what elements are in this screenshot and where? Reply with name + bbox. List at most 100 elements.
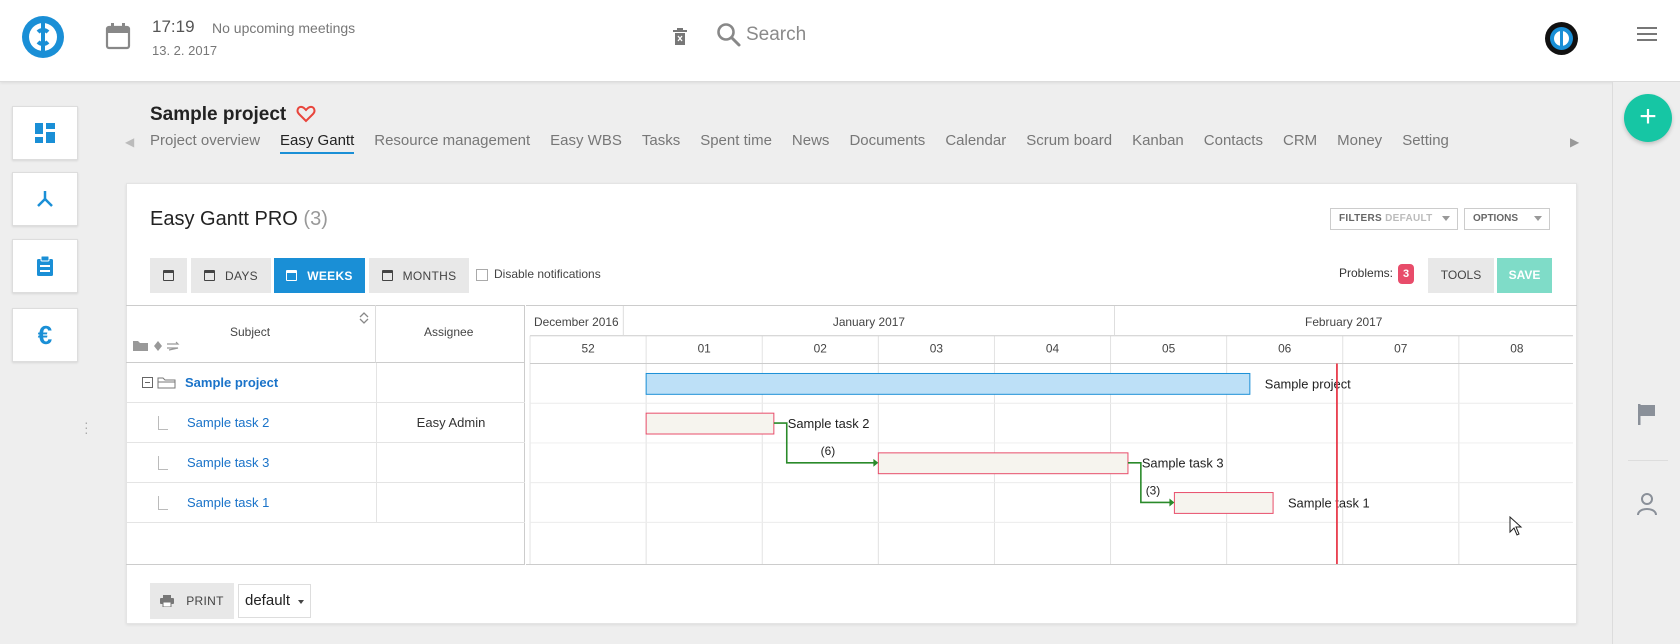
disable-notifications-label[interactable]: Disable notifications	[494, 267, 601, 281]
save-button[interactable]: SAVE	[1497, 258, 1552, 293]
tree-branch-icon	[158, 456, 168, 470]
app-logo[interactable]	[22, 16, 64, 58]
print-label: PRINT	[186, 594, 224, 608]
row-assignee[interactable]: Easy Admin	[376, 403, 525, 443]
trash-icon[interactable]	[672, 28, 688, 46]
tab-scrum-board[interactable]: Scrum board	[1026, 132, 1112, 152]
project-title[interactable]: Sample project	[150, 104, 286, 126]
tree-branch-icon	[158, 416, 168, 430]
relation-delay: (6)	[821, 444, 836, 458]
subject-column-header[interactable]: Subject	[126, 305, 376, 363]
tab-kanban[interactable]: Kanban	[1132, 132, 1184, 152]
search-icon[interactable]	[716, 22, 742, 48]
weeks-button[interactable]: WEEKS	[274, 258, 365, 293]
calendar-icon	[381, 270, 393, 281]
gantt-row-project[interactable]: Sample project	[126, 363, 525, 403]
row-assignee	[376, 443, 525, 483]
tab-crm[interactable]: CRM	[1283, 132, 1317, 152]
tab-news[interactable]: News	[792, 132, 830, 152]
print-button[interactable]: PRINT	[150, 583, 234, 619]
gantt-chart[interactable]: 52 01 02 03 04 05 06 07 08 December 2016 January 2…	[526, 305, 1577, 565]
months-button[interactable]: MONTHS	[369, 258, 469, 293]
row-subject[interactable]: Sample task 3	[187, 455, 269, 470]
bar-label: Sample task 2	[788, 416, 870, 431]
bar-label: Sample project	[1265, 376, 1351, 391]
dashboard-button[interactable]	[12, 106, 78, 160]
week-label: 04	[1046, 342, 1060, 356]
relation-arrow	[1169, 498, 1175, 507]
bar-label: Sample task 3	[1142, 456, 1224, 471]
sort-icon[interactable]	[359, 311, 369, 325]
calendar-icon	[163, 270, 174, 281]
task-bar[interactable]	[645, 412, 775, 435]
month-label: February 2017	[1305, 315, 1383, 329]
row-subject[interactable]: Sample project	[185, 375, 278, 390]
tree-toggle-icons[interactable]	[132, 338, 180, 352]
row-subject[interactable]: Sample task 2	[187, 415, 269, 430]
bar-label: Sample task 1	[1288, 495, 1370, 510]
relation-delay: (3)	[1146, 484, 1161, 498]
project-bar[interactable]	[645, 372, 1251, 395]
disable-notifications-checkbox[interactable]	[476, 269, 488, 281]
add-button[interactable]: +	[1624, 94, 1672, 142]
tasks-button[interactable]	[12, 239, 78, 293]
current-date: 13. 2. 2017	[152, 43, 218, 58]
problems-label: Problems:	[1339, 266, 1394, 280]
gantt-title-text: Easy Gantt PRO	[150, 208, 298, 230]
tab-setting[interactable]: Setting	[1402, 132, 1449, 152]
row-assignee	[376, 483, 525, 523]
collapse-folder-icon[interactable]	[142, 377, 176, 389]
tab-money[interactable]: Money	[1337, 132, 1382, 152]
week-label: 05	[1162, 342, 1176, 356]
task-bar[interactable]	[1173, 492, 1274, 514]
money-button[interactable]: €	[12, 308, 78, 362]
row-subject[interactable]: Sample task 1	[187, 495, 269, 510]
tab-contacts[interactable]: Contacts	[1204, 132, 1263, 152]
clipboard-icon	[37, 256, 53, 276]
month-label: January 2017	[833, 315, 905, 329]
tab-spent-time[interactable]: Spent time	[700, 132, 772, 152]
sidebar-resize-handle[interactable]: · · ·	[84, 415, 89, 439]
options-label: OPTIONS	[1473, 213, 1519, 224]
filters-dropdown[interactable]: FILTERS DEFAULT	[1330, 208, 1458, 230]
gantt-row-task[interactable]: Sample task 3	[126, 443, 525, 483]
filters-label: FILTERS	[1339, 213, 1383, 224]
tabs-scroll-right-icon[interactable]: ▶	[1570, 135, 1579, 149]
gantt-row-task[interactable]: Sample task 1	[126, 483, 525, 523]
tab-easy-wbs[interactable]: Easy WBS	[550, 132, 622, 152]
user-icon[interactable]	[1636, 492, 1658, 516]
tab-tasks[interactable]: Tasks	[642, 132, 680, 152]
days-button[interactable]: DAYS	[191, 258, 271, 293]
chevron-down-icon	[298, 600, 304, 604]
subject-header-label: Subject	[230, 325, 271, 339]
tools-button[interactable]: TOOLS	[1428, 258, 1494, 293]
gantt-row-task[interactable]: Sample task 2 Easy Admin	[126, 403, 525, 443]
tab-documents[interactable]: Documents	[849, 132, 925, 152]
tab-easy-gantt[interactable]: Easy Gantt	[280, 132, 355, 154]
hierarchy-icon	[37, 191, 53, 207]
calendar-icon[interactable]	[105, 22, 131, 50]
view-select[interactable]: default	[238, 584, 311, 618]
tab-project-overview[interactable]: Project overview	[150, 132, 260, 152]
tab-resource-management[interactable]: Resource management	[374, 132, 530, 152]
favorite-heart-icon[interactable]	[296, 104, 316, 124]
mouse-cursor-icon	[1509, 516, 1523, 536]
week-label: 03	[930, 342, 944, 356]
options-dropdown[interactable]: OPTIONS	[1464, 208, 1550, 230]
calendar-icon	[286, 270, 298, 281]
tabs-scroll-left-icon[interactable]: ◀	[125, 135, 134, 149]
tab-calendar[interactable]: Calendar	[945, 132, 1006, 152]
user-avatar[interactable]	[1545, 22, 1578, 55]
hamburger-menu-icon[interactable]	[1637, 27, 1657, 43]
right-sidebar	[1612, 82, 1680, 644]
assignee-header-label: Assignee	[424, 325, 474, 339]
meetings-status[interactable]: No upcoming meetings	[212, 20, 355, 36]
week-label: 07	[1394, 342, 1408, 356]
assignee-column-header[interactable]: Assignee	[376, 305, 525, 363]
problems-badge[interactable]: 3	[1398, 264, 1414, 284]
task-bar[interactable]	[877, 452, 1129, 475]
search-input[interactable]	[746, 20, 1046, 50]
structure-button[interactable]	[12, 172, 78, 226]
flag-icon[interactable]	[1636, 403, 1658, 425]
today-button[interactable]	[150, 258, 187, 293]
